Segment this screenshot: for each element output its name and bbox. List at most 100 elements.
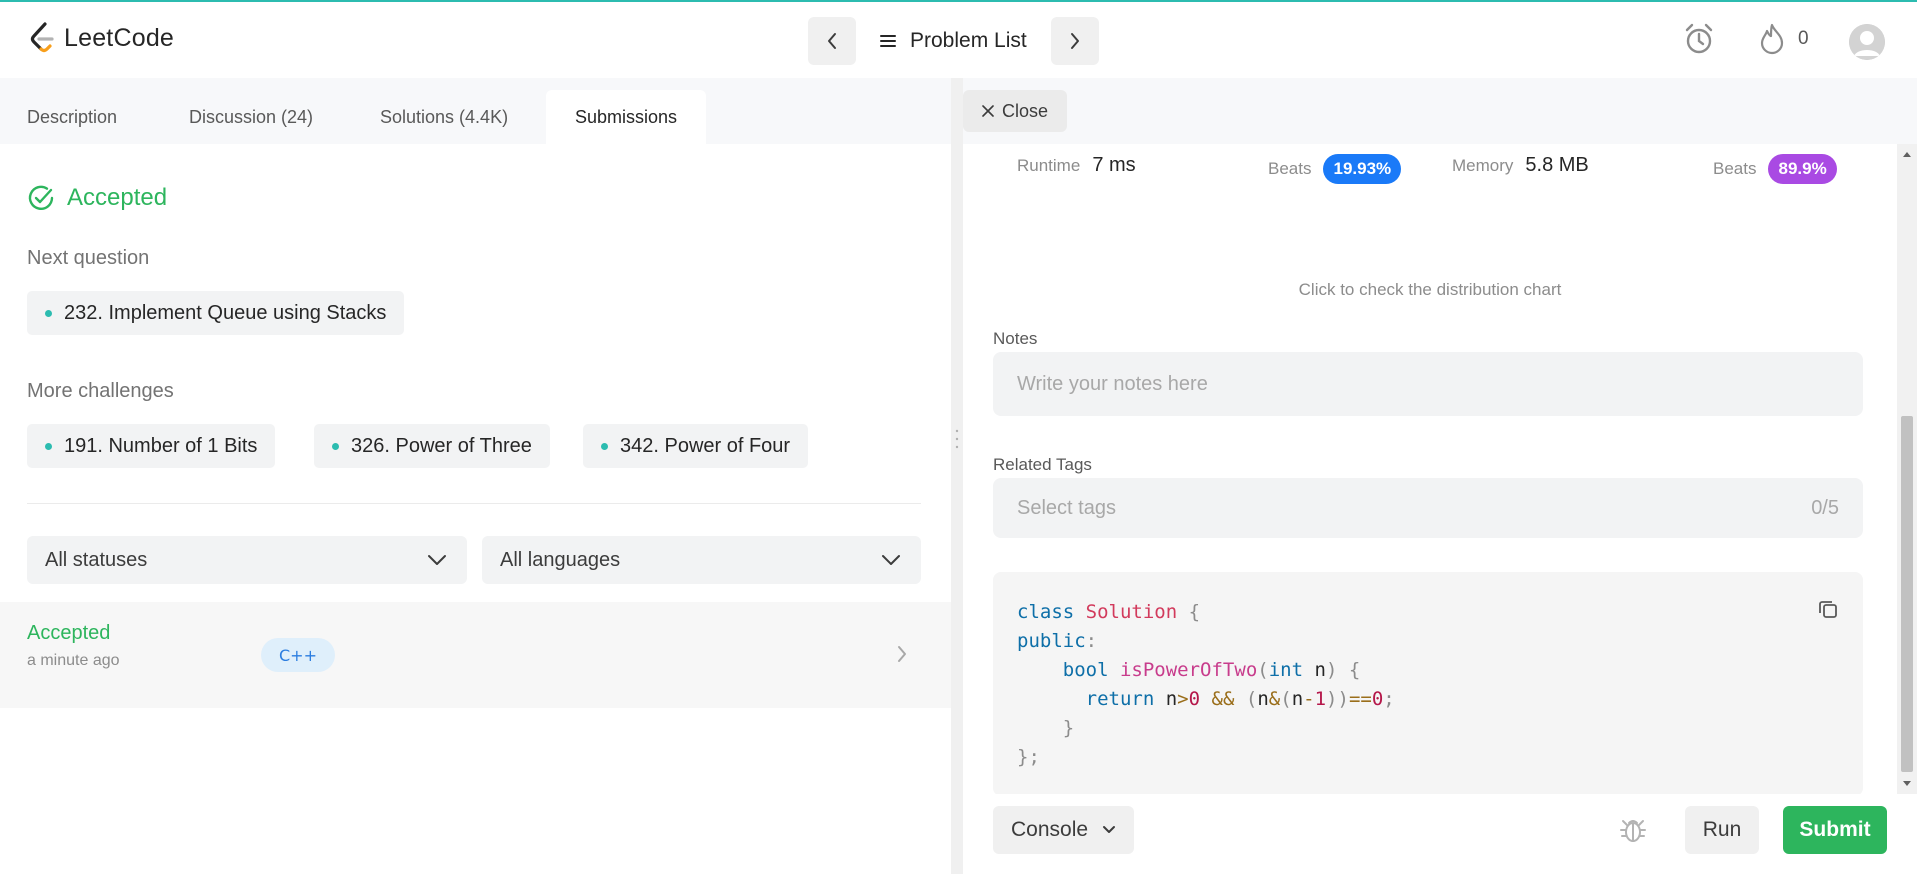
language-filter-select[interactable]: All languages [482, 536, 921, 584]
streak-counter[interactable]: 0 [1758, 23, 1809, 55]
code-token: { [1188, 601, 1201, 623]
submission-status: Accepted [27, 622, 111, 644]
submit-button[interactable]: Submit [1783, 806, 1887, 854]
next-question-label: Next question [27, 247, 150, 269]
challenge-title: 342. Power of Four [620, 434, 791, 457]
row-chevron [896, 644, 908, 669]
close-button[interactable]: Close [963, 90, 1067, 132]
code-token: )) [1326, 688, 1349, 710]
memory-beats: Beats 89.9% [1713, 154, 1837, 184]
tags-select[interactable]: Select tags 0/5 [993, 478, 1863, 538]
user-avatar[interactable] [1849, 24, 1885, 60]
problem-list-button[interactable]: Problem List [856, 17, 1051, 65]
prev-problem-button[interactable] [808, 17, 856, 65]
runtime-value: 7 ms [1092, 154, 1136, 176]
tab-solutions[interactable]: Solutions (4.4K) [380, 90, 508, 144]
challenge-chip[interactable]: 191. Number of 1 Bits [27, 424, 276, 468]
runtime-beats: Beats 19.93% [1268, 154, 1402, 184]
chevron-left-icon [828, 33, 836, 49]
related-tags-label: Related Tags [993, 455, 1092, 474]
status-filter-select[interactable]: All statuses [27, 536, 467, 584]
code-token: 1 [1314, 688, 1327, 710]
dot-icon [45, 309, 52, 317]
code-token: class [1017, 601, 1075, 623]
challenge-chip[interactable]: 326. Power of Three [314, 424, 550, 468]
user-avatar-icon [1849, 24, 1885, 60]
status-filter-value: All statuses [45, 548, 148, 571]
runtime-stat: Runtime 7 ms [1017, 154, 1136, 177]
language-badge: C++ [261, 638, 335, 672]
vertical-scrollbar[interactable] [1897, 144, 1917, 794]
scroll-up-icon[interactable] [1902, 150, 1912, 158]
challenge-chip[interactable]: 342. Power of Four [583, 424, 809, 468]
submission-row[interactable]: Accepted a minute ago C++ [0, 602, 951, 708]
bug-icon [1620, 820, 1646, 842]
bottom-action-bar: Console Run Submit [963, 794, 1917, 874]
code-token: ; [1383, 688, 1395, 710]
code-token: public [1017, 630, 1086, 652]
code-line: class Solution { [1017, 598, 1839, 627]
challenge-title: 326. Power of Three [351, 434, 532, 457]
close-icon [982, 105, 994, 117]
left-panel: Description Discussion (24) Solutions (4… [0, 78, 951, 874]
alarm-clock-icon [1685, 23, 1713, 54]
list-icon [880, 35, 896, 47]
code-token: ( [1280, 688, 1292, 710]
code-token: 0 [1188, 688, 1201, 710]
next-question-chip[interactable]: 232. Implement Queue using Stacks [27, 291, 405, 335]
code-line: public: [1017, 627, 1839, 656]
drag-handle-icon[interactable] [955, 428, 959, 450]
tab-discussion[interactable]: Discussion (24) [189, 90, 313, 144]
beats-label: Beats [1268, 159, 1312, 178]
scroll-down-icon[interactable] [1902, 780, 1912, 788]
code-token: Solution [1085, 601, 1178, 623]
memory-stat: Memory 5.8 MB [1452, 154, 1589, 177]
leetcode-logo[interactable]: LeetCode [30, 22, 174, 54]
language-filter-value: All languages [500, 548, 621, 571]
code-line: } [1017, 714, 1839, 743]
console-button[interactable]: Console [993, 806, 1135, 854]
chevron-right-icon [898, 646, 906, 662]
debug-button[interactable] [1619, 816, 1647, 849]
next-problem-button[interactable] [1050, 17, 1099, 65]
code-line: return n>0 && (n&(n-1))==0; [1085, 688, 1395, 710]
code-token: }; [1017, 746, 1040, 768]
notes-label: Notes [993, 329, 1038, 348]
notes-input[interactable] [993, 352, 1863, 416]
code-token: ( [1245, 688, 1258, 710]
runtime-label: Runtime [1017, 155, 1081, 175]
right-topbar: Close [963, 78, 1917, 144]
leetcode-logo-icon [30, 22, 54, 53]
memory-beats-badge: 89.9% [1768, 154, 1837, 184]
distribution-chart-link[interactable]: Click to check the distribution chart [963, 280, 1897, 300]
more-challenges-label: More challenges [27, 380, 174, 402]
chevron-down-icon [882, 555, 900, 565]
tags-count: 0/5 [1811, 496, 1839, 519]
submission-detail: Runtime 7 ms Beats 19.93% Memory 5.8 MB … [963, 144, 1897, 794]
divider [27, 503, 921, 504]
dot-icon [601, 442, 608, 450]
result-status: Accepted [67, 184, 168, 211]
copy-button[interactable] [1817, 598, 1839, 629]
tab-description[interactable]: Description [27, 90, 117, 144]
code-token: : [1085, 630, 1098, 652]
challenge-title: 191. Number of 1 Bits [64, 434, 258, 457]
copy-icon [1819, 601, 1837, 618]
check-circle-icon [28, 185, 54, 211]
code-token: bool [1062, 659, 1109, 681]
code-token: ( [1257, 659, 1269, 681]
memory-value: 5.8 MB [1525, 154, 1589, 176]
dot-icon [45, 442, 52, 450]
memory-label: Memory [1452, 155, 1514, 175]
panel-splitter[interactable] [951, 78, 963, 874]
timer-button[interactable] [1682, 22, 1716, 61]
code-block: class Solution { public: bool isPowerOfT… [993, 572, 1863, 794]
logo-text: LeetCode [64, 23, 175, 52]
tab-submissions[interactable]: Submissions [546, 90, 707, 144]
scrollbar-thumb[interactable] [1901, 416, 1913, 772]
run-button[interactable]: Run [1685, 806, 1759, 854]
code-line: bool isPowerOfTwo(int n) { [1062, 659, 1361, 681]
fire-icon [1760, 23, 1784, 55]
streak-count: 0 [1798, 28, 1809, 49]
runtime-beats-badge: 19.93% [1323, 154, 1402, 184]
